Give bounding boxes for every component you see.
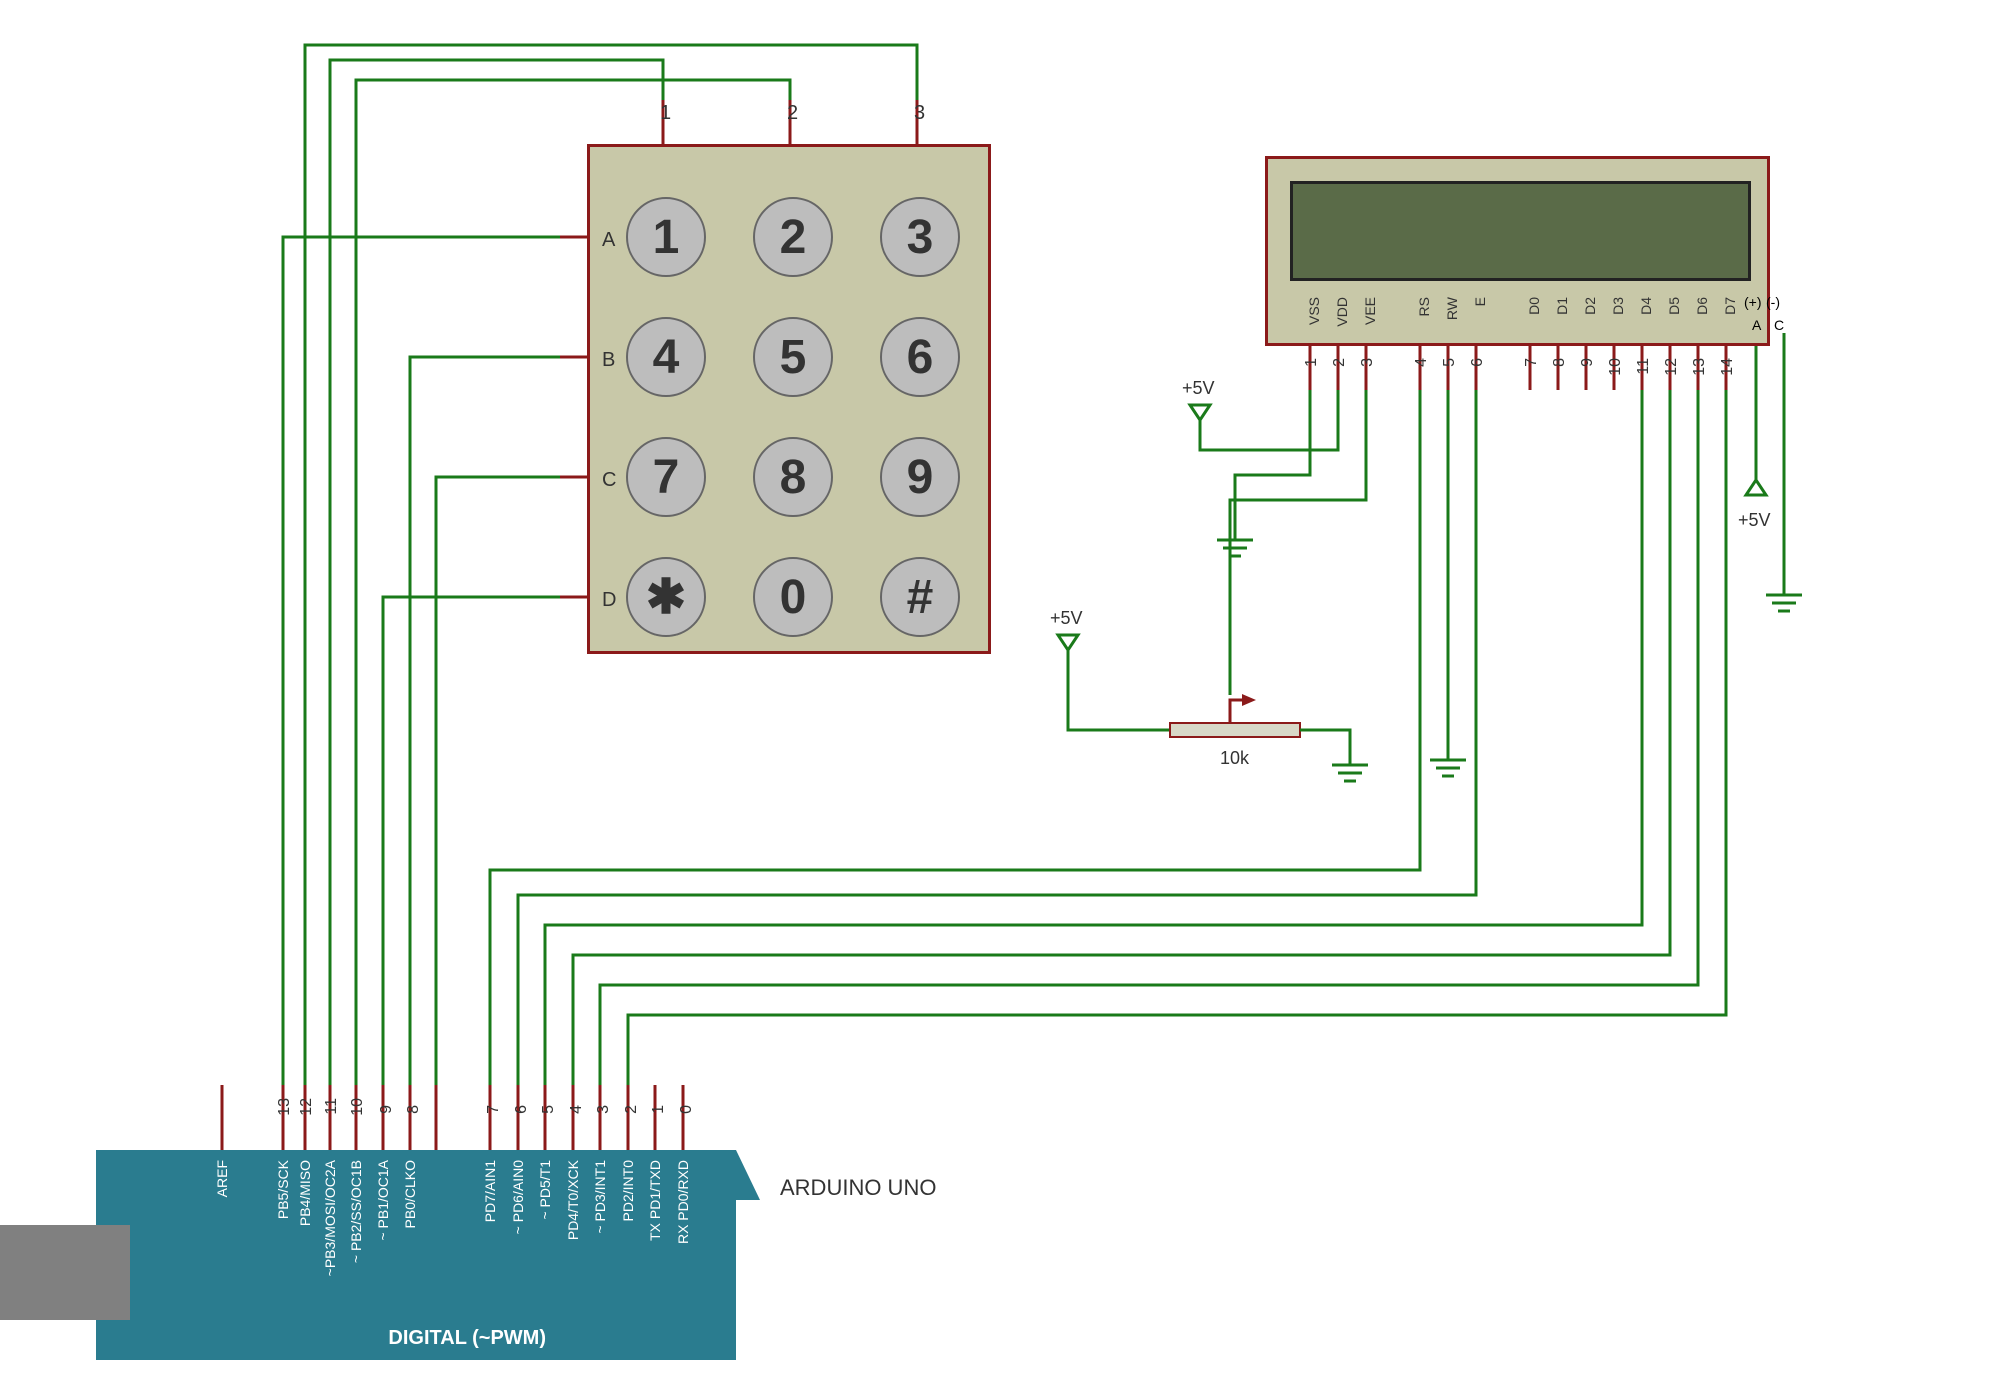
- lcd-pin-vee: VEE: [1362, 297, 1378, 325]
- power-5v-2: +5V: [1050, 608, 1083, 629]
- ard-pin-2: PD2/INT0: [620, 1160, 636, 1221]
- lcd-pin-d4: D4: [1638, 297, 1654, 315]
- lcd-num-3: 3: [1359, 358, 1377, 367]
- ard-pin-8: PB0/CLKO: [402, 1160, 418, 1228]
- ard-pin-13: PB5/SCK: [275, 1160, 291, 1219]
- ard-num-4: 4: [568, 1105, 586, 1114]
- ard-pin-0: RX PD0/RXD: [675, 1160, 691, 1244]
- key-3[interactable]: 3: [880, 197, 960, 277]
- ard-num-1: 1: [650, 1105, 668, 1114]
- ard-pin-aref: AREF: [214, 1160, 230, 1197]
- keypad-col-2: 2: [787, 102, 798, 125]
- lcd-pin-d1: D1: [1554, 297, 1570, 315]
- ard-num-8: 8: [405, 1105, 423, 1114]
- lcd-pin-e: E: [1472, 297, 1488, 306]
- ard-pin-11: ~PB3/MOSI/OC2A: [322, 1160, 338, 1276]
- ard-num-2: 2: [623, 1105, 641, 1114]
- lcd-pin-d5: D5: [1666, 297, 1682, 315]
- ard-num-11: 11: [323, 1098, 341, 1115]
- lcd-num-5: 5: [1441, 358, 1459, 367]
- ard-pin-9: ~ PB1/OC1A: [375, 1160, 391, 1241]
- lcd-pin-vdd: VDD: [1334, 297, 1350, 327]
- lcd-num-4: 4: [1413, 358, 1431, 367]
- lcd-display: VSS VDD VEE RS RW E D0 D1 D2 D3 D4 D5 D6…: [1265, 156, 1770, 346]
- lcd-pin-cminus: (-): [1766, 294, 1780, 310]
- lcd-num-7: 7: [1523, 358, 1541, 367]
- ard-num-5: 5: [540, 1105, 558, 1114]
- ard-pin-12: PB4/MISO: [297, 1160, 313, 1226]
- ard-pin-7: PD7/AIN1: [482, 1160, 498, 1222]
- ard-num-0: 0: [678, 1105, 696, 1114]
- key-7[interactable]: 7: [626, 437, 706, 517]
- keypad-col-1: 1: [660, 102, 671, 125]
- lcd-num-11: 11: [1635, 358, 1653, 375]
- ard-num-12: 12: [298, 1098, 316, 1116]
- key-hash[interactable]: #: [880, 557, 960, 637]
- arduino-digital-label: DIGITAL (~PWM): [388, 1327, 546, 1350]
- power-5v-3: +5V: [1738, 510, 1771, 531]
- lcd-num-14: 14: [1719, 358, 1737, 376]
- power-5v-1: +5V: [1182, 378, 1215, 399]
- lcd-pin-d7: D7: [1722, 297, 1738, 315]
- lcd-screen: [1290, 181, 1751, 281]
- lcd-pin-a: A: [1752, 317, 1761, 333]
- ard-pin-5: ~ PD5/T1: [537, 1160, 553, 1220]
- ard-num-7: 7: [485, 1105, 503, 1114]
- lcd-pin-vss: VSS: [1306, 297, 1322, 325]
- lcd-num-10: 10: [1607, 358, 1625, 376]
- key-6[interactable]: 6: [880, 317, 960, 397]
- keypad-row-a: A: [602, 229, 615, 252]
- lcd-num-2: 2: [1331, 358, 1349, 367]
- keypad-row-b: B: [602, 349, 615, 372]
- lcd-num-8: 8: [1551, 358, 1569, 367]
- lcd-pin-d6: D6: [1694, 297, 1710, 315]
- arduino-name: ARDUINO UNO: [780, 1175, 936, 1201]
- usb-connector: [0, 1225, 130, 1320]
- key-0[interactable]: 0: [753, 557, 833, 637]
- lcd-pin-c: C: [1774, 317, 1784, 333]
- lcd-pin-rw: RW: [1444, 297, 1460, 320]
- lcd-pin-d0: D0: [1526, 297, 1542, 315]
- lcd-pin-d3: D3: [1610, 297, 1626, 315]
- lcd-pin-rs: RS: [1416, 297, 1432, 316]
- lcd-pin-aplus: (+): [1744, 294, 1762, 310]
- ard-pin-3: ~ PD3/INT1: [592, 1160, 608, 1234]
- key-2[interactable]: 2: [753, 197, 833, 277]
- ard-num-3: 3: [595, 1105, 613, 1114]
- ard-pin-4: PD4/T0/XCK: [565, 1160, 581, 1240]
- ard-num-10: 10: [349, 1098, 367, 1116]
- key-9[interactable]: 9: [880, 437, 960, 517]
- ard-num-6: 6: [513, 1105, 531, 1114]
- ard-num-13: 13: [276, 1098, 294, 1116]
- lcd-num-12: 12: [1663, 358, 1681, 376]
- pot-value: 10k: [1220, 748, 1249, 769]
- lcd-num-6: 6: [1469, 358, 1487, 367]
- ard-pin-1: TX PD1/TXD: [647, 1160, 663, 1241]
- key-1[interactable]: 1: [626, 197, 706, 277]
- key-4[interactable]: 4: [626, 317, 706, 397]
- ard-num-9: 9: [378, 1105, 396, 1114]
- keypad-row-d: D: [602, 589, 616, 612]
- key-5[interactable]: 5: [753, 317, 833, 397]
- ard-pin-6: ~ PD6/AIN0: [510, 1160, 526, 1234]
- lcd-num-9: 9: [1579, 358, 1597, 367]
- keypad-row-c: C: [602, 469, 616, 492]
- lcd-pin-d2: D2: [1582, 297, 1598, 315]
- lcd-num-1: 1: [1303, 358, 1321, 367]
- lcd-num-13: 13: [1691, 358, 1709, 376]
- key-8[interactable]: 8: [753, 437, 833, 517]
- key-star[interactable]: ✱: [626, 557, 706, 637]
- keypad: 1 2 3 A B C D 1 2 3 4 5 6 7 8 9 ✱ 0 #: [587, 144, 991, 654]
- keypad-col-3: 3: [914, 102, 925, 125]
- arduino-board: DIGITAL (~PWM) AREF PB5/SCK PB4/MISO ~PB…: [96, 1150, 736, 1360]
- ard-pin-10: ~ PB2/SS/OC1B: [348, 1160, 364, 1263]
